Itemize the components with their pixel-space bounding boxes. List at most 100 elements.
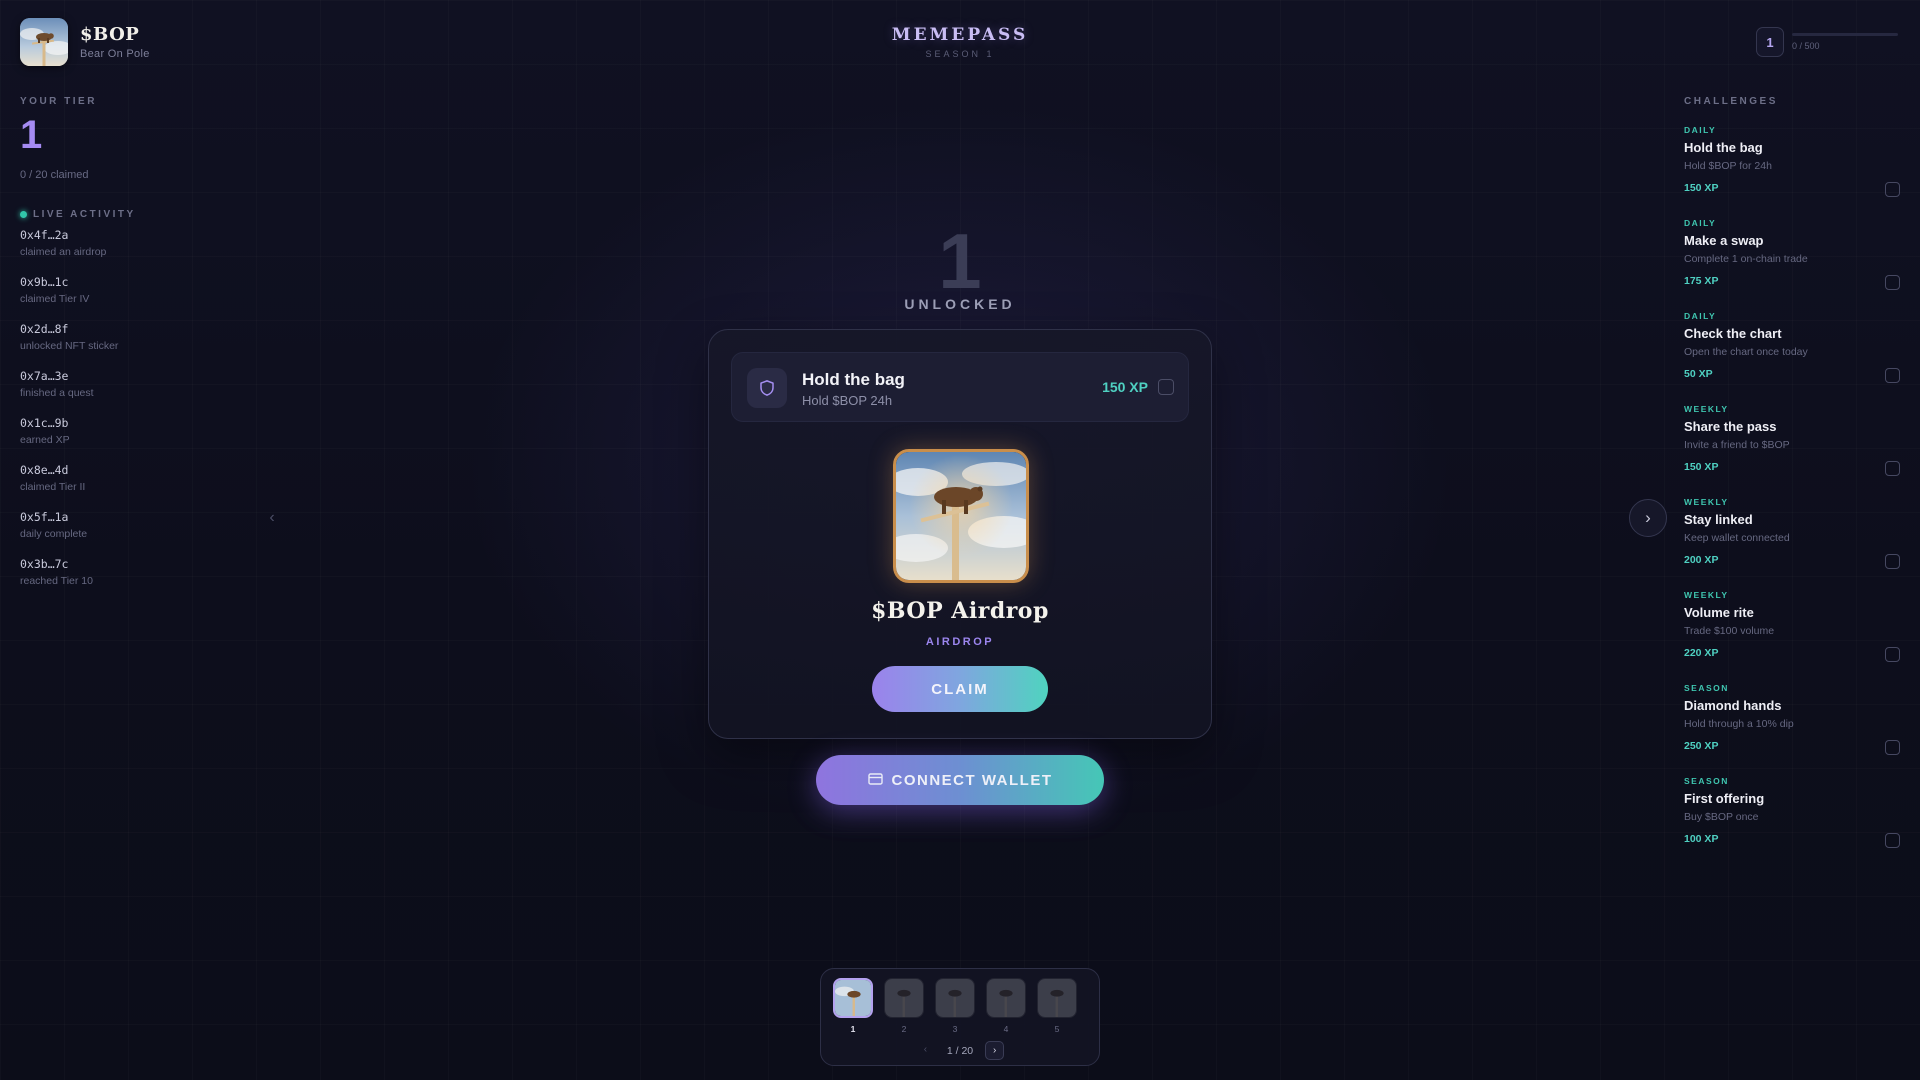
challenge-xp: 175 XP: [1684, 275, 1719, 287]
challenge-xp: 200 XP: [1684, 554, 1719, 566]
app-title: MEMEPASS: [891, 25, 1029, 45]
tier-challenge: Hold the bag Hold $BOP 24h 150 XP: [731, 352, 1189, 422]
activity-item: 0x2d…8f unlocked NFT sticker: [20, 322, 220, 369]
challenge-item: DAILY Make a swap Complete 1 on-chain tr…: [1684, 218, 1900, 311]
challenge-xp: 150 XP: [1684, 461, 1719, 473]
challenge-category: WEEKLY: [1684, 404, 1729, 414]
challenge-xp: 250 XP: [1684, 740, 1719, 752]
your-tier-label: YOUR TIER: [20, 96, 97, 107]
reward-image: [893, 449, 1029, 583]
challenge-title: Make a swap: [1684, 233, 1764, 248]
challenge-category: DAILY: [1684, 125, 1717, 135]
activity-action: daily complete: [20, 528, 88, 540]
claim-button[interactable]: CLAIM: [872, 666, 1048, 712]
activity-item: 0x1c…9b earned XP: [20, 416, 220, 463]
prev-tier-button[interactable]: ‹: [262, 508, 282, 528]
thumbnail-prev-button[interactable]: ‹: [916, 1041, 935, 1060]
tier-thumbnail-strip: 1 2 3 4 5 ‹ 1 / 20 ›: [820, 968, 1100, 1066]
thumbnail-next-button[interactable]: ›: [985, 1041, 1005, 1060]
thumbnail-image: [986, 978, 1026, 1018]
challenge-checkbox[interactable]: [1885, 554, 1900, 569]
challenge-title: Diamond hands: [1684, 698, 1782, 713]
tier-thumbnail-2[interactable]: 2: [884, 978, 924, 1034]
challenge-item: DAILY Hold the bag Hold $BOP for 24h 150…: [1684, 125, 1900, 218]
reward-title: $BOP Airdrop: [871, 598, 1049, 624]
next-tier-button[interactable]: ›: [1629, 499, 1667, 537]
challenge-checkbox[interactable]: [1885, 182, 1900, 197]
tier-thumbnail-3[interactable]: 3: [935, 978, 975, 1034]
thumbnail-image: [935, 978, 975, 1018]
tier-badge: 1: [1756, 27, 1784, 57]
thumbnail-image: [884, 978, 924, 1018]
activity-action: unlocked NFT sticker: [20, 340, 119, 352]
activity-action: claimed Tier II: [20, 481, 86, 493]
challenge-description: Keep wallet connected: [1684, 532, 1790, 544]
challenge-checkbox[interactable]: [1885, 461, 1900, 476]
activity-item: 0x7a…3e finished a quest: [20, 369, 220, 416]
challenge-title: First offering: [1684, 791, 1765, 806]
thumbnail-pager: ‹ 1 / 20 ›: [821, 1041, 1099, 1060]
hero-tier-number: 1: [938, 217, 982, 305]
activity-item: 0x3b…7c reached Tier 10: [20, 557, 220, 604]
challenge-checkbox[interactable]: [1158, 379, 1174, 395]
challenge-item: WEEKLY Volume rite Trade $100 volume 220…: [1684, 590, 1900, 683]
thumbnail-number: 4: [1003, 1024, 1009, 1034]
challenge-category: WEEKLY: [1684, 497, 1729, 507]
challenge-category: DAILY: [1684, 218, 1717, 228]
activity-item: 0x8e…4d claimed Tier II: [20, 463, 220, 510]
your-tier-value: 1: [20, 113, 43, 157]
challenge-title: Check the chart: [1684, 326, 1782, 341]
app-header: MEMEPASS SEASON 1: [0, 25, 1920, 59]
challenge-checkbox[interactable]: [1885, 275, 1900, 290]
challenge-list: DAILY Hold the bag Hold $BOP for 24h 150…: [1684, 125, 1900, 869]
challenge-title: Volume rite: [1684, 605, 1754, 620]
challenge-checkbox[interactable]: [1885, 647, 1900, 662]
activity-address: 0x7a…3e: [20, 369, 69, 383]
challenge-checkbox[interactable]: [1885, 833, 1900, 848]
thumbnail-page-text: 1 / 20: [946, 1044, 974, 1057]
challenge-description: Complete 1 on-chain trade: [1684, 253, 1808, 265]
activity-address: 0x5f…1a: [20, 510, 69, 524]
xp-progress-text: 0 / 500: [1792, 41, 1820, 51]
challenge-category: DAILY: [1684, 311, 1717, 321]
challenge-description: Open the chart once today: [1684, 346, 1808, 358]
challenge-xp: 220 XP: [1684, 647, 1719, 659]
tier-progress: 1 0 / 500: [1756, 27, 1898, 57]
challenge-checkbox[interactable]: [1885, 368, 1900, 383]
challenge-item: SEASON Diamond hands Hold through a 10% …: [1684, 683, 1900, 776]
thumbnail-image: [833, 978, 873, 1018]
challenge-category: SEASON: [1684, 683, 1729, 693]
challenge-title: Stay linked: [1684, 512, 1753, 527]
challenge-title: Hold the bag: [1684, 140, 1763, 155]
challenge-xp: 150 XP: [1102, 379, 1148, 395]
challenge-title: Hold the bag: [802, 370, 905, 389]
activity-action: reached Tier 10: [20, 575, 93, 587]
live-activity-label: LIVE ACTIVITY: [33, 209, 136, 220]
challenge-checkbox[interactable]: [1885, 740, 1900, 755]
activity-address: 0x2d…8f: [20, 322, 69, 336]
activity-address: 0x3b…7c: [20, 557, 69, 571]
reward-card: Hold the bag Hold $BOP 24h 150 XP $BOP A…: [708, 329, 1212, 739]
challenge-description: Buy $BOP once: [1684, 811, 1759, 823]
challenge-xp: 50 XP: [1684, 368, 1713, 380]
season-label: SEASON 1: [925, 49, 995, 59]
left-panel: YOUR TIER 1 0 / 20 claimed LIVE ACTIVITY…: [20, 96, 220, 604]
challenge-description: Hold $BOP 24h: [802, 393, 893, 408]
tier-thumbnail-5[interactable]: 5: [1037, 978, 1077, 1034]
challenge-description: Hold through a 10% dip: [1684, 718, 1794, 730]
challenge-title: Share the pass: [1684, 419, 1777, 434]
tier-thumbnail-1[interactable]: 1: [833, 978, 873, 1034]
thumbnail-number: 5: [1054, 1024, 1060, 1034]
challenge-description: Hold $BOP for 24h: [1684, 160, 1772, 172]
reward-type: AIRDROP: [925, 636, 995, 648]
shield-icon: [747, 368, 787, 408]
wallet-icon: [867, 772, 883, 789]
thumbnail-image: [1037, 978, 1077, 1018]
challenge-xp: 100 XP: [1684, 833, 1719, 845]
challenge-item: WEEKLY Stay linked Keep wallet connected…: [1684, 497, 1900, 590]
connect-wallet-button[interactable]: CONNECT WALLET: [816, 755, 1104, 805]
activity-action: finished a quest: [20, 387, 94, 399]
tier-thumbnail-4[interactable]: 4: [986, 978, 1026, 1034]
live-dot-icon: [20, 211, 27, 218]
activity-address: 0x1c…9b: [20, 416, 69, 430]
